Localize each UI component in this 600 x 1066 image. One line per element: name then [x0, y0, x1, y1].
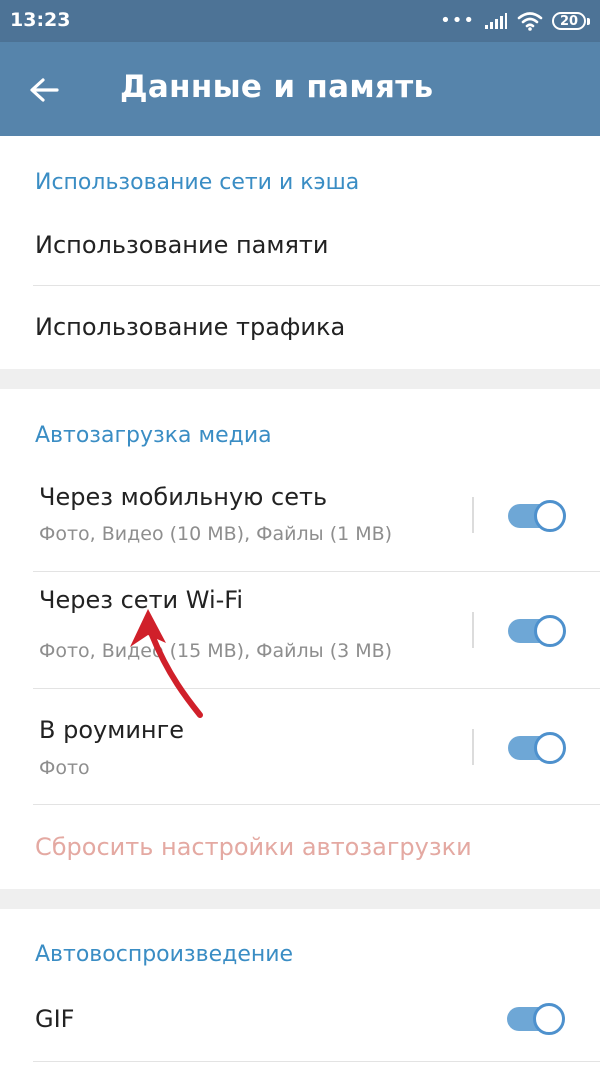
- gif-item[interactable]: GIF: [0, 985, 600, 1061]
- mobile-network-toggle[interactable]: [508, 500, 566, 532]
- mobile-network-title: Через мобильную сеть: [39, 483, 328, 511]
- wifi-item[interactable]: Через сети Wi-Fi Фото, Видео (15 MB), Фа…: [0, 572, 600, 688]
- traffic-usage-item[interactable]: Использование трафика: [0, 291, 600, 365]
- memory-usage-label: Использование памяти: [35, 231, 329, 259]
- arrow-left-icon: [30, 78, 59, 102]
- reset-autodownload-button[interactable]: Сбросить настройки автозагрузки: [35, 833, 472, 861]
- page-title: Данные и память: [120, 69, 434, 105]
- section-header-autoplay: Автовоспроизведение: [35, 942, 294, 967]
- status-icons: ••• 20: [440, 8, 590, 34]
- traffic-usage-label: Использование трафика: [35, 313, 346, 341]
- memory-usage-item[interactable]: Использование памяти: [0, 216, 600, 286]
- mobile-network-item[interactable]: Через мобильную сеть Фото, Видео (10 MB)…: [0, 461, 600, 571]
- vertical-separator: [472, 612, 474, 648]
- section-autodownload: Автозагрузка медиа Через мобильную сеть …: [0, 389, 600, 889]
- status-time: 13:23: [10, 9, 71, 31]
- roaming-toggle[interactable]: [508, 732, 566, 764]
- section-header-autodownload: Автозагрузка медиа: [35, 423, 272, 448]
- divider: [33, 1061, 600, 1062]
- battery-icon: 20: [552, 12, 590, 30]
- section-gap: [0, 889, 600, 909]
- wifi-toggle[interactable]: [508, 615, 566, 647]
- vertical-separator: [472, 497, 474, 533]
- notification-dots: •••: [440, 10, 475, 31]
- section-gap: [0, 369, 600, 389]
- back-button[interactable]: [22, 68, 66, 112]
- roaming-subtitle: Фото: [39, 757, 90, 779]
- wifi-subtitle: Фото, Видео (15 MB), Файлы (3 MB): [39, 640, 393, 662]
- mobile-network-subtitle: Фото, Видео (10 MB), Файлы (1 MB): [39, 523, 393, 545]
- wifi-icon: [517, 12, 543, 31]
- signal-icon: [485, 13, 507, 29]
- section-header-network: Использование сети и кэша: [35, 170, 360, 195]
- gif-toggle[interactable]: [507, 1003, 565, 1035]
- roaming-title: В роуминге: [39, 716, 184, 744]
- section-autoplay: Автовоспроизведение GIF: [0, 909, 600, 1066]
- annotation-arrow-icon: [130, 609, 203, 718]
- vertical-separator: [472, 729, 474, 765]
- roaming-item[interactable]: В роуминге Фото: [0, 689, 600, 804]
- section-network-cache: Использование сети и кэша Использование …: [0, 136, 600, 369]
- gif-label: GIF: [35, 1005, 75, 1033]
- status-bar: 13:23 ••• 20: [0, 0, 600, 42]
- battery-level: 20: [552, 12, 586, 30]
- app-bar: Данные и память: [0, 42, 600, 136]
- divider: [33, 285, 600, 286]
- divider: [33, 804, 600, 805]
